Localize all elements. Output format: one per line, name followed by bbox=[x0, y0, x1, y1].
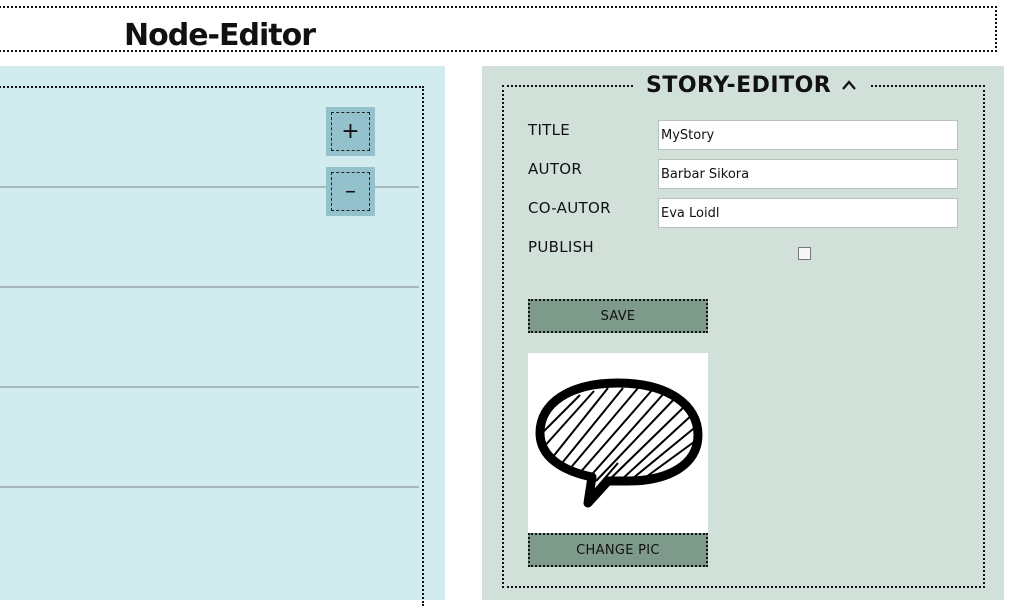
zoom-in-button[interactable]: + bbox=[326, 107, 375, 156]
autor-input[interactable] bbox=[658, 159, 958, 189]
save-button[interactable]: SAVE bbox=[528, 299, 708, 333]
title-input[interactable] bbox=[658, 120, 958, 150]
zoom-out-button[interactable]: – bbox=[326, 167, 375, 216]
publish-checkbox[interactable] bbox=[798, 247, 811, 260]
node-canvas[interactable] bbox=[0, 86, 424, 606]
co-autor-label: CO-AUTOR bbox=[528, 199, 611, 217]
graph-line bbox=[0, 386, 419, 388]
node-editor-panel: + – bbox=[0, 66, 445, 606]
co-autor-input[interactable] bbox=[658, 198, 958, 228]
speech-bubble-icon bbox=[535, 378, 703, 508]
title-label: TITLE bbox=[528, 121, 571, 139]
caret-up-icon[interactable] bbox=[841, 77, 857, 95]
story-editor-panel: STORY-EDITOR TITLE AUTOR CO-AUTOR PUBLIS… bbox=[482, 66, 1004, 600]
publish-label: PUBLISH bbox=[528, 238, 594, 256]
graph-line bbox=[0, 286, 419, 288]
change-pic-button[interactable]: CHANGE PIC bbox=[528, 533, 708, 567]
minus-icon: – bbox=[331, 172, 370, 211]
autor-label: AUTOR bbox=[528, 160, 583, 178]
story-editor-header[interactable]: STORY-EDITOR bbox=[634, 73, 870, 98]
story-picture bbox=[528, 353, 708, 533]
story-editor-title: STORY-EDITOR bbox=[646, 73, 832, 98]
graph-line bbox=[0, 486, 419, 488]
plus-icon: + bbox=[331, 112, 370, 151]
page-title: Node-Editor bbox=[124, 18, 316, 53]
header-bar: Node-Editor bbox=[0, 6, 997, 53]
story-editor-box: STORY-EDITOR TITLE AUTOR CO-AUTOR PUBLIS… bbox=[502, 73, 985, 588]
